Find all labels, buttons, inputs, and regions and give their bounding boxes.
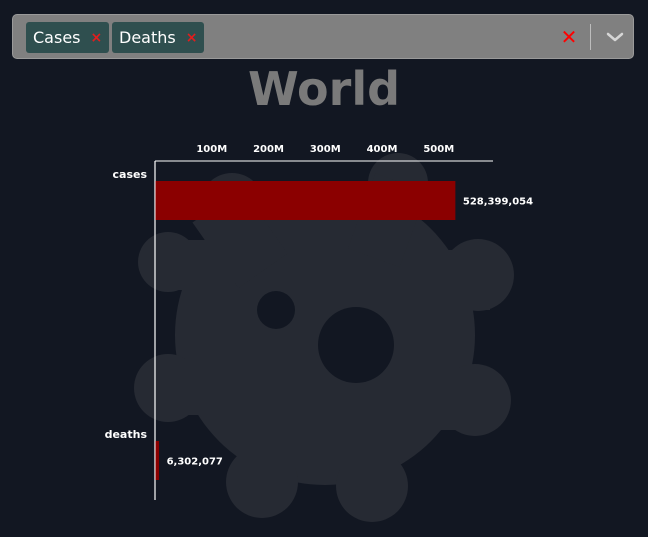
x-tick-label: 500M [423,144,454,155]
bar-cases [155,181,456,220]
data-label: 6,302,077 [167,457,223,468]
x-tick-label: 300M [310,144,341,155]
category-label: deaths [105,428,148,441]
category-label: cases [113,168,148,181]
x-tick-label: 400M [367,144,398,155]
data-label: 528,399,054 [463,197,533,208]
x-tick-label: 200M [253,144,284,155]
bar-deaths [155,441,160,480]
bar-chart: 100M 200M 300M 400M 500M cases 528,399,054 deat… [105,144,533,522]
x-tick-label: 100M [196,144,227,155]
